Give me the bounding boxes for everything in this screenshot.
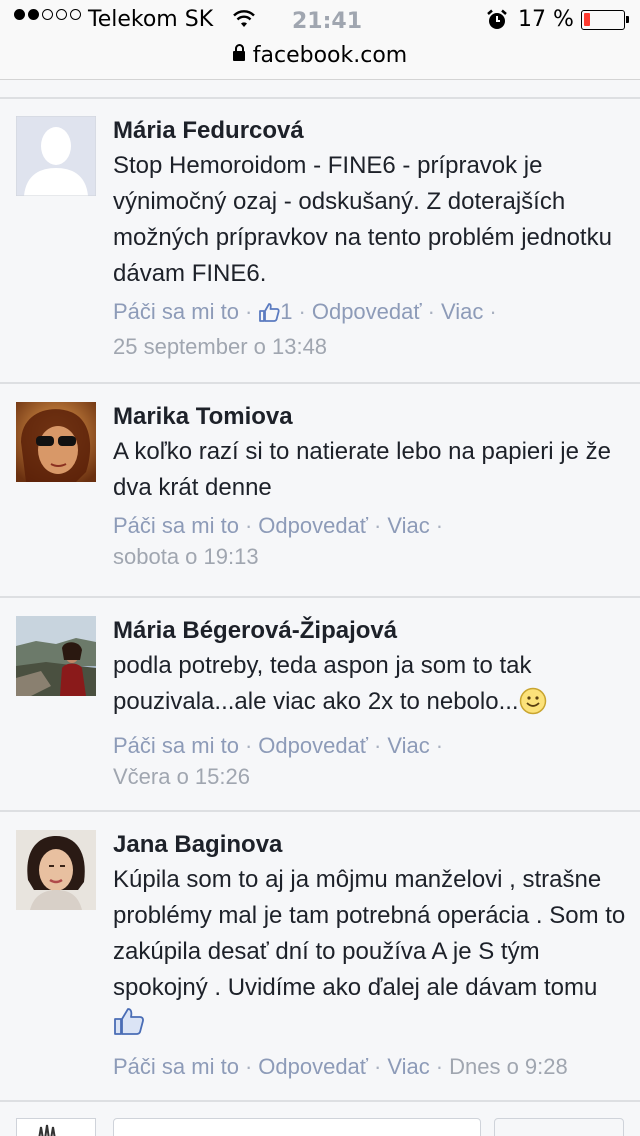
reply-link[interactable]: Odpovedať xyxy=(258,513,368,538)
comment-text: A koľko razí si to natierate lebo na pap… xyxy=(113,438,611,501)
like-link[interactable]: Páči sa mi to xyxy=(113,513,239,538)
more-link[interactable]: Viac xyxy=(387,1054,429,1079)
like-link[interactable]: Páči sa mi to xyxy=(113,1054,239,1079)
like-count-icon xyxy=(258,300,280,332)
like-count[interactable]: 1 xyxy=(280,299,292,324)
like-link[interactable]: Páči sa mi to xyxy=(113,733,239,758)
clock: 21:41 xyxy=(292,9,363,34)
comment-actions: Páči sa mi to · 1 · Odpovedať · Viac · xyxy=(113,296,628,332)
avatar[interactable] xyxy=(16,830,96,910)
reply-link[interactable]: Odpovedať xyxy=(258,1054,368,1079)
reply-link[interactable]: Odpovedať xyxy=(312,299,422,324)
comment-text: Stop Hemoroidom - FINE6 - prípravok je v… xyxy=(113,152,612,287)
divider xyxy=(0,596,640,598)
wifi-icon xyxy=(232,9,256,35)
thumbs-up-emoji-icon xyxy=(113,1006,145,1047)
comment-text: Kúpila som to aj ja môjmu manželovi , st… xyxy=(113,862,628,1047)
comment-actions: Páči sa mi to · Odpovedať · Viac · xyxy=(113,733,444,758)
carrier-name: Telekom SK xyxy=(88,7,214,32)
battery-percent: 17 % xyxy=(518,7,574,32)
comment-input[interactable] xyxy=(113,1118,481,1136)
comment-author[interactable]: Mária Bégerová-Žipajová xyxy=(113,616,628,646)
avatar[interactable] xyxy=(16,116,96,196)
more-link[interactable]: Viac xyxy=(441,299,483,324)
avatar[interactable] xyxy=(16,616,96,696)
comment-timestamp[interactable]: Dnes o 9:28 xyxy=(449,1054,568,1079)
composer-avatar xyxy=(16,1118,96,1136)
comment-timestamp[interactable]: Včera o 15:26 xyxy=(113,762,628,792)
signal-strength-icon xyxy=(14,9,81,20)
post-comment-button[interactable] xyxy=(494,1118,624,1136)
comment-timestamp[interactable]: sobota o 19:13 xyxy=(113,542,628,572)
comment-author[interactable]: Jana Baginova xyxy=(113,830,628,860)
url-text: facebook.com xyxy=(252,43,408,68)
more-link[interactable]: Viac xyxy=(387,733,429,758)
divider xyxy=(0,382,640,384)
comment-text: podla potreby, teda aspon ja som to tak … xyxy=(113,648,628,726)
comment-actions: Páči sa mi to · Odpovedať · Viac · Dnes o 9:28 xyxy=(113,1054,568,1079)
like-link[interactable]: Páči sa mi to xyxy=(113,299,239,324)
address-bar[interactable]: facebook.com xyxy=(0,40,640,80)
alarm-icon xyxy=(486,9,508,37)
comment-actions: Páči sa mi to · Odpovedať · Viac · xyxy=(113,513,444,538)
avatar[interactable] xyxy=(16,402,96,482)
more-link[interactable]: Viac xyxy=(387,513,429,538)
divider xyxy=(0,97,640,99)
status-bar: Telekom SK 21:41 17 % xyxy=(0,0,640,40)
reply-link[interactable]: Odpovedať xyxy=(258,733,368,758)
battery-icon xyxy=(581,10,629,30)
comment-author[interactable]: Mária Fedurcová xyxy=(113,116,628,146)
divider xyxy=(0,810,640,812)
comment-author[interactable]: Marika Tomiova xyxy=(113,402,628,432)
divider xyxy=(0,1100,640,1102)
smiley-emoji-icon xyxy=(519,687,547,726)
comment-timestamp[interactable]: 25 september o 13:48 xyxy=(113,332,628,362)
lock-icon xyxy=(232,44,245,61)
